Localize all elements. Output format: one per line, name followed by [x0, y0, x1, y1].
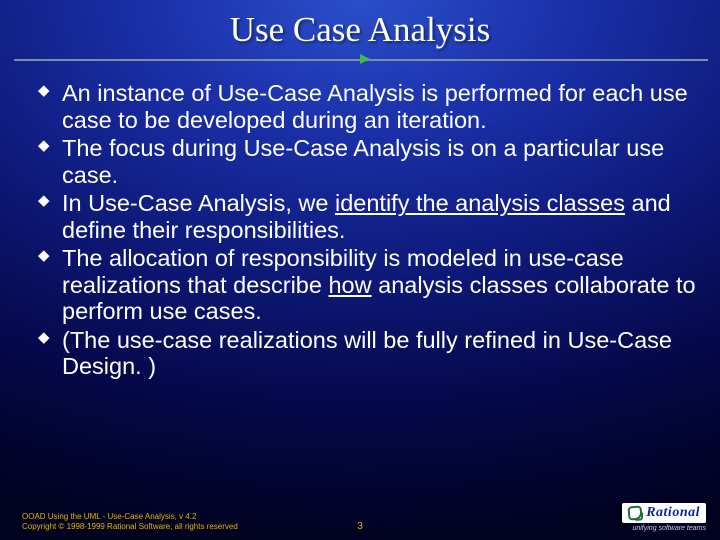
bullet-item: (The use-case realizations will be fully…	[38, 327, 698, 380]
bullet-item: The focus during Use-Case Analysis is on…	[38, 135, 698, 188]
footer-course-line: OOAD Using the UML - Use-Case Analysis, …	[22, 512, 238, 522]
bullet-text: identify the analysis classes	[335, 190, 625, 216]
bullet-text: The focus during Use-Case Analysis is on…	[62, 135, 664, 188]
slide-footer: OOAD Using the UML - Use-Case Analysis, …	[0, 503, 720, 540]
rational-logo: Rational	[622, 503, 706, 523]
slide-title: Use Case Analysis	[230, 10, 491, 50]
bullet-item: An instance of Use-Case Analysis is perf…	[38, 80, 698, 133]
title-divider	[0, 54, 720, 68]
bullet-text: (The use-case realizations will be fully…	[62, 327, 672, 380]
bullet-text: how	[328, 272, 371, 298]
page-number: 3	[357, 521, 363, 532]
bullet-item: The allocation of responsibility is mode…	[38, 245, 698, 325]
rational-logo-text: Rational	[646, 505, 700, 521]
footer-copyright-line: Copyright © 1998-1999 Rational Software,…	[22, 522, 238, 532]
bullet-text: An instance of Use-Case Analysis is perf…	[62, 80, 688, 133]
bullet-text: In Use-Case Analysis, we	[62, 190, 335, 216]
bullet-list: An instance of Use-Case Analysis is perf…	[38, 80, 698, 380]
bullet-item: In Use-Case Analysis, we identify the an…	[38, 190, 698, 243]
rational-tagline: unifying software teams	[632, 525, 706, 532]
arrow-icon	[360, 54, 370, 64]
rational-logo-icon	[628, 506, 643, 521]
